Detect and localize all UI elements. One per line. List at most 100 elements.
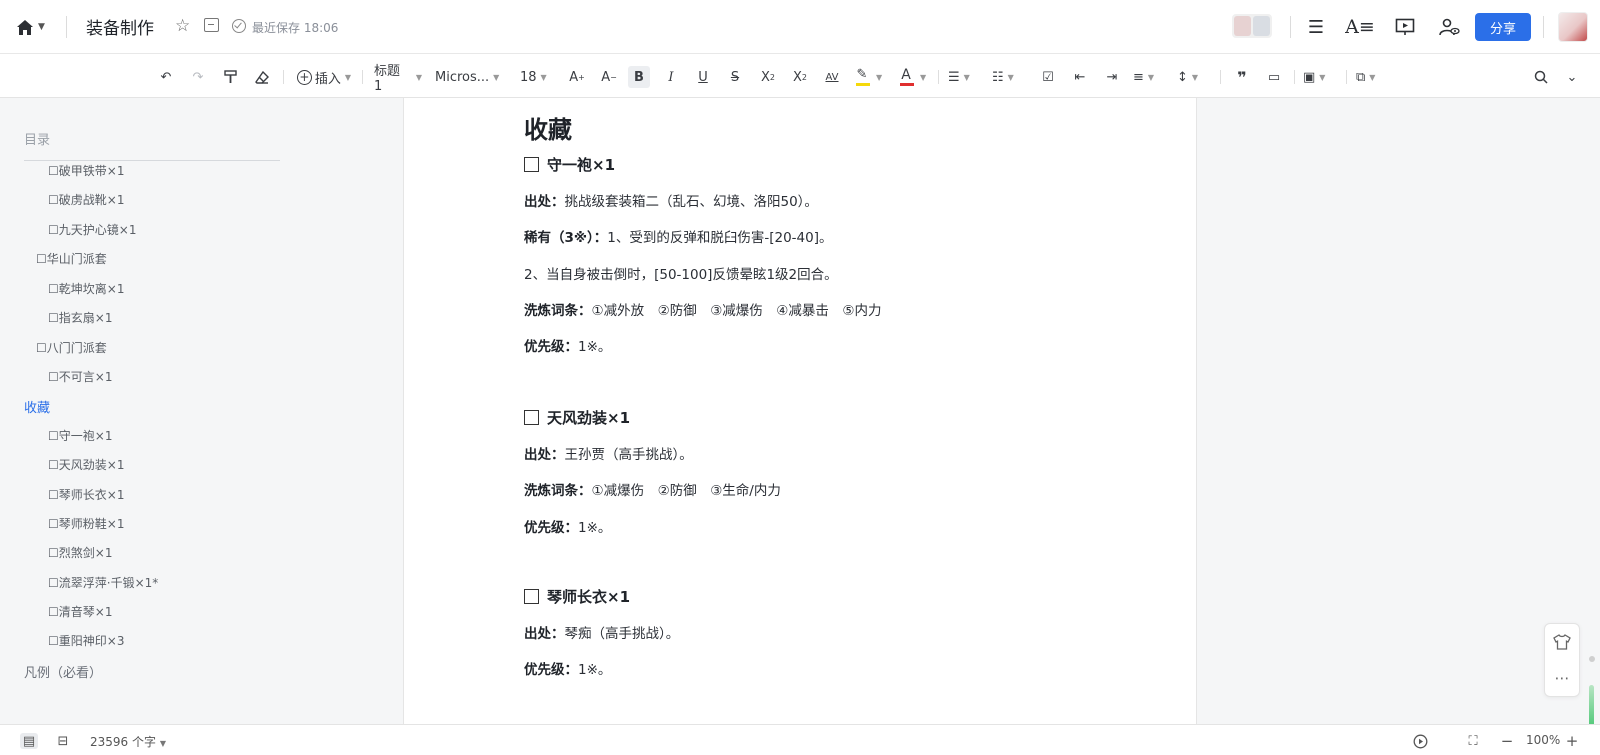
quote-icon[interactable]: ❞	[1231, 66, 1253, 88]
char-spacing-icon[interactable]: AV	[820, 66, 844, 88]
toc-item[interactable]: ☐天风劲装×1	[48, 456, 124, 473]
font-family-select[interactable]: Micros... ▼	[435, 66, 505, 88]
field-text: 1※。	[578, 520, 612, 536]
toc-item[interactable]: ☐烈煞剑×1	[48, 544, 112, 561]
permission-icon[interactable]	[1436, 14, 1462, 40]
toc-item[interactable]: ☐破甲铁带×1	[48, 162, 124, 179]
field-text: ①减外放 ②防御 ③减爆伤 ④减暴击 ⑤内力	[591, 303, 882, 319]
outdent-icon[interactable]: ⇤	[1069, 66, 1091, 88]
callout-icon[interactable]: ▭	[1263, 66, 1285, 88]
word-count[interactable]: 23596 个字 ▼	[90, 733, 166, 750]
section-heading: 收藏	[524, 116, 572, 144]
paragraph: 2、当自身被击倒时，[50-100]反馈晕眩1级2回合。	[524, 263, 838, 283]
heading-style-select[interactable]: 标题 1 ▼	[374, 64, 422, 94]
checkbox-icon[interactable]	[524, 157, 539, 172]
checkbox-icon[interactable]	[524, 410, 539, 425]
divider	[283, 70, 284, 84]
checkbox-icon[interactable]	[524, 589, 539, 604]
indent-icon[interactable]: ⇥	[1101, 66, 1123, 88]
presentation-icon[interactable]	[1392, 14, 1418, 40]
paragraph: 出处：挑战级套装箱二（乱石、幻境、洛阳50）。	[524, 190, 818, 210]
toc-item[interactable]: ☐不可言×1	[48, 368, 112, 385]
toc-sidebar: 目录 ☐破甲铁带×1 ☐破虏战靴×1 ☐九天护心镜×1 ☐华山门派套 ☐乾坤坎离…	[0, 98, 280, 724]
superscript-icon[interactable]: X2	[788, 66, 812, 88]
paragraph: 优先级：1※。	[524, 335, 611, 355]
paragraph: 出处：王孙贾（高手挑战）。	[524, 443, 693, 463]
page-view-icon[interactable]: ⊟	[54, 733, 72, 749]
toc-item[interactable]: ☐乾坤坎离×1	[48, 280, 124, 297]
toc-item[interactable]: ☐破虏战靴×1	[48, 191, 124, 208]
subscript-icon[interactable]: X2	[756, 66, 780, 88]
insert-button[interactable]: + 插入 ▼	[296, 66, 352, 88]
align-icon[interactable]: ≡ ▼	[1133, 66, 1167, 88]
avatar[interactable]	[1558, 12, 1588, 42]
shirt-icon[interactable]	[1545, 624, 1579, 660]
zoom-in-icon[interactable]: +	[1563, 732, 1581, 750]
move-to-icon[interactable]	[204, 18, 219, 32]
clear-format-icon[interactable]	[252, 66, 272, 88]
home-icon	[17, 19, 33, 35]
highlight-color-button[interactable]: ✎ ▼	[852, 66, 886, 88]
document-page[interactable]: 收藏 守一袍×1 出处：挑战级套装箱二（乱石、幻境、洛阳50）。 稀有（3※）：…	[403, 98, 1197, 724]
strikethrough-icon[interactable]: S	[724, 66, 746, 88]
fullscreen-icon[interactable]: ⛶	[1464, 733, 1482, 749]
zoom-level[interactable]: 100%	[1526, 733, 1560, 747]
app-plugin-icon[interactable]: ⧉ ▼	[1356, 66, 1390, 88]
toc-item[interactable]: ☐指玄扇×1	[48, 309, 112, 326]
toc-title: 目录	[24, 133, 51, 148]
collaborators-avatars[interactable]	[1232, 14, 1272, 38]
toc-item[interactable]: 凡例（必看）	[24, 662, 102, 681]
font-size-select[interactable]: 18 ▼	[520, 66, 556, 88]
toc-item[interactable]: ☐华山门派套	[36, 250, 107, 267]
decrease-font-icon[interactable]: A −	[598, 66, 620, 88]
toc-item[interactable]: ☐琴师粉鞋×1	[48, 515, 124, 532]
search-icon[interactable]	[1530, 66, 1552, 88]
doc-title[interactable]: 装备制作	[86, 14, 154, 39]
home-button[interactable]: ▼	[16, 15, 52, 39]
line-spacing-icon[interactable]: ↕ ▼	[1177, 66, 1211, 88]
heading-style-value: 标题 1	[374, 64, 401, 94]
field-label: 优先级：	[524, 339, 578, 355]
menu-icon[interactable]: ☰	[1303, 14, 1329, 40]
toc-item[interactable]: ☐琴师长衣×1	[48, 486, 124, 503]
toc-item[interactable]: ☐八门门派套	[36, 339, 107, 356]
toc-item[interactable]: ☐守一袍×1	[48, 427, 112, 444]
toc-item[interactable]: ☐流翠浮萍·千锻×1*	[48, 574, 158, 591]
format-painter-icon[interactable]	[220, 66, 240, 88]
numbered-list-icon[interactable]: ☷ ▼	[992, 66, 1026, 88]
outline-view-icon[interactable]: ▤	[20, 733, 38, 749]
share-button[interactable]: 分享	[1475, 13, 1531, 41]
increase-font-icon[interactable]: A +	[566, 66, 588, 88]
field-text: 王孙贾（高手挑战）。	[564, 447, 693, 463]
toc-item[interactable]: ☐清音琴×1	[48, 603, 112, 620]
field-label: 稀有（3※）：	[524, 230, 608, 246]
divider	[24, 160, 280, 161]
divider	[1220, 70, 1221, 84]
field-label: 洗炼词条：	[524, 483, 592, 499]
toc-item[interactable]: ☐重阳神印×3	[48, 632, 124, 649]
template-icon[interactable]: ▣ ▼	[1303, 66, 1337, 88]
play-icon[interactable]	[1411, 733, 1429, 749]
zoom-out-icon[interactable]: −	[1498, 732, 1516, 750]
field-text: 2、当自身被击倒时，[50-100]反馈晕眩1级2回合。	[524, 267, 838, 283]
star-icon[interactable]: ☆	[175, 16, 190, 36]
paragraph: 优先级：1※。	[524, 516, 611, 536]
task-list-icon[interactable]: ☑	[1037, 66, 1059, 88]
italic-icon[interactable]: I	[660, 66, 682, 88]
underline-icon[interactable]: U	[692, 66, 714, 88]
font-family-value: Micros...	[435, 69, 490, 85]
redo-icon[interactable]: ↷	[188, 66, 208, 88]
font-color-button[interactable]: A ▼	[896, 66, 930, 88]
field-label: 出处：	[524, 626, 565, 642]
item-title: 守一袍×1	[547, 156, 616, 174]
chevron-down-icon[interactable]: ⌄	[1561, 66, 1583, 88]
item-title: 琴师长衣×1	[547, 588, 631, 606]
toc-item-active[interactable]: 收藏	[24, 397, 50, 416]
text-style-icon[interactable]: A≡	[1345, 14, 1375, 40]
more-icon[interactable]: ⋯	[1545, 660, 1579, 696]
saved-check-icon	[232, 19, 246, 33]
toc-item[interactable]: ☐九天护心镜×1	[48, 221, 136, 238]
bold-icon[interactable]: B	[628, 66, 650, 88]
undo-icon[interactable]: ↶	[156, 66, 176, 88]
bullet-list-icon[interactable]: ☰ ▼	[948, 66, 982, 88]
